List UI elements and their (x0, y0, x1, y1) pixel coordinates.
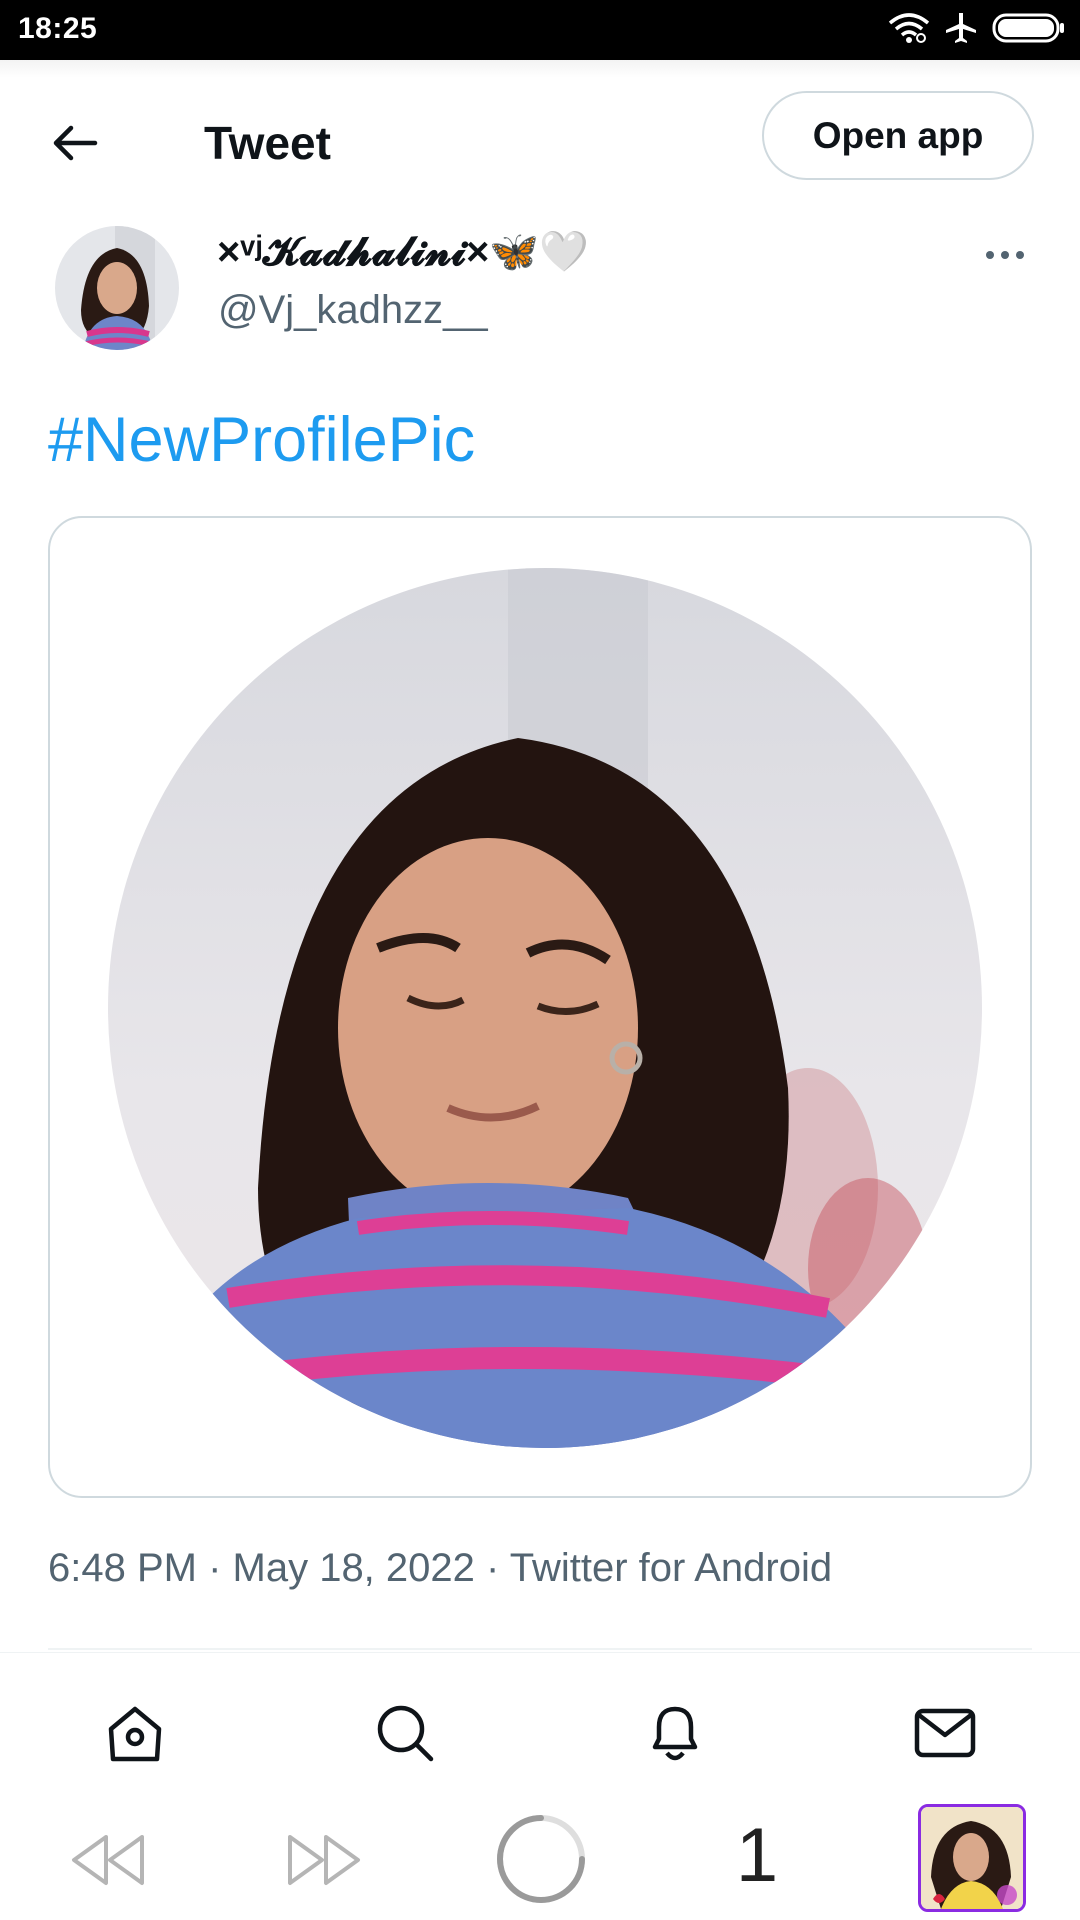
tweet-media[interactable] (48, 516, 1032, 1498)
home-icon (108, 1706, 162, 1762)
avatar[interactable] (55, 226, 179, 350)
loading-indicator[interactable] (494, 1812, 588, 1906)
back-button[interactable] (40, 108, 110, 178)
wifi-icon (888, 12, 930, 48)
more-dot-icon (986, 251, 994, 259)
tab-count[interactable]: 1 (722, 1806, 792, 1906)
author-handle[interactable]: @Vj_kadhzz__ (218, 284, 488, 336)
more-options-button[interactable] (975, 232, 1035, 278)
fast-forward-button[interactable] (284, 1830, 364, 1890)
nav-messages[interactable] (905, 1693, 985, 1773)
bottom-navigation (0, 1652, 1080, 1800)
airplane-icon (944, 11, 978, 50)
open-app-button[interactable]: Open app (762, 91, 1034, 180)
rewind-icon (72, 1835, 144, 1885)
mail-icon (914, 1708, 976, 1758)
status-icons (888, 12, 1066, 48)
fast-forward-icon (288, 1835, 360, 1885)
hashtag-link[interactable]: #NewProfilePic (48, 400, 475, 480)
tab-thumbnail[interactable] (918, 1804, 1026, 1912)
more-dot-icon (1016, 251, 1024, 259)
profile-photo (108, 568, 982, 1448)
back-arrow-icon (53, 125, 98, 161)
more-dot-icon (1001, 251, 1009, 259)
rewind-button[interactable] (68, 1830, 148, 1890)
search-icon (377, 1705, 434, 1762)
nav-notifications[interactable] (635, 1693, 715, 1773)
status-time: 18:25 (18, 12, 98, 45)
loading-icon (497, 1815, 585, 1903)
tweet-timestamp: 6:48 PM · May 18, 2022 · Twitter for And… (48, 1546, 833, 1590)
status-bar: 18:25 (0, 0, 1080, 60)
nav-home[interactable] (95, 1693, 175, 1773)
top-app-bar: Tweet Open app (0, 60, 1080, 210)
battery-icon (992, 12, 1066, 49)
divider (48, 1648, 1032, 1650)
nav-search[interactable] (365, 1693, 445, 1773)
bell-icon (652, 1706, 698, 1761)
page-title: Tweet (204, 117, 331, 169)
author-display-name[interactable]: ×ᵛʲ𝓚𝓪𝓭𝓱𝓪𝓵𝓲𝓷𝓲×🦋🤍 (217, 226, 589, 278)
